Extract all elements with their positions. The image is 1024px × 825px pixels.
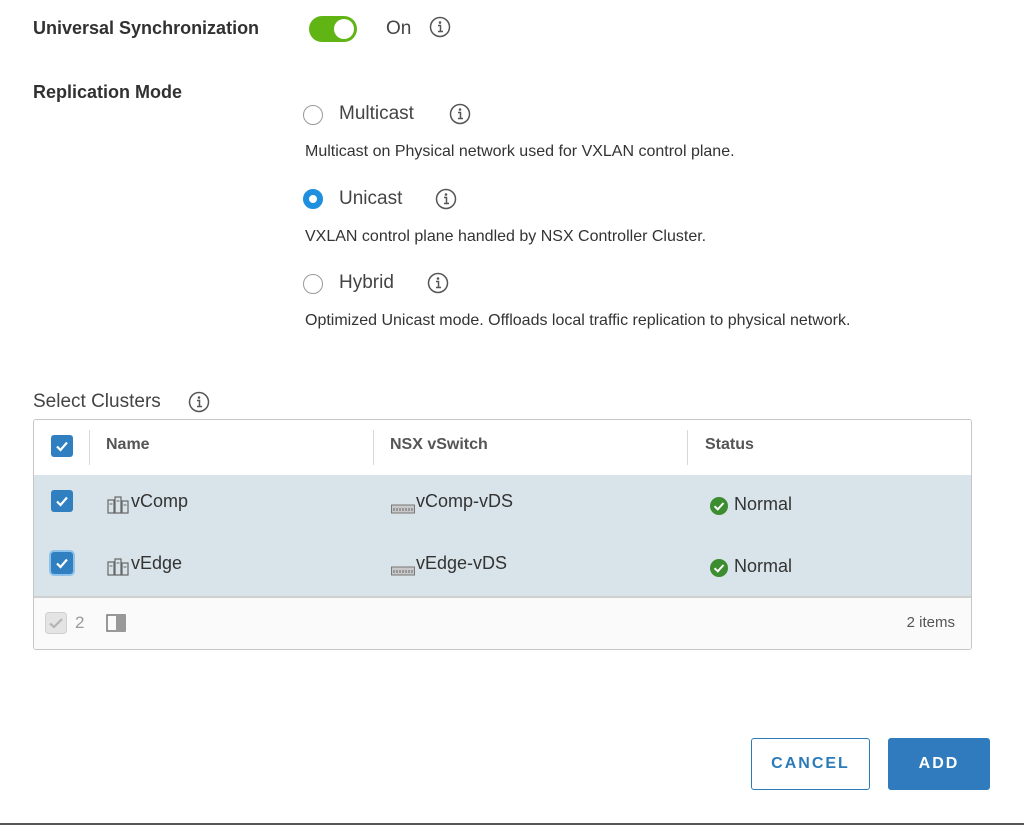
- info-icon[interactable]: [188, 391, 210, 413]
- unicast-label[interactable]: Unicast: [339, 188, 402, 210]
- check-icon: [56, 496, 68, 507]
- vswitch-icon: [391, 563, 415, 581]
- status-ok-icon: [710, 497, 728, 520]
- unicast-description: VXLAN control plane handled by NSX Contr…: [305, 228, 707, 245]
- multicast-description: Multicast on Physical network used for V…: [305, 143, 735, 160]
- multicast-label[interactable]: Multicast: [339, 103, 414, 125]
- select-clusters-label: Select Clusters: [33, 391, 161, 412]
- unicast-radio[interactable]: [303, 189, 323, 209]
- cluster-icon: [107, 557, 129, 582]
- cluster-vswitch: vComp-vDS: [416, 491, 514, 511]
- selected-count: 2: [75, 613, 85, 632]
- info-icon[interactable]: [429, 16, 451, 38]
- column-separator: [89, 430, 90, 465]
- sync-label: Universal Synchronization: [33, 18, 260, 38]
- hybrid-radio[interactable]: [303, 274, 323, 294]
- hybrid-description: Optimized Unicast mode. Offloads local t…: [305, 312, 851, 329]
- table-row[interactable]: vEdge vEdge-vDS Normal: [34, 537, 971, 600]
- hybrid-label[interactable]: Hybrid: [339, 272, 394, 294]
- info-icon[interactable]: [449, 103, 471, 125]
- sync-state-text: On: [386, 18, 412, 39]
- column-header-name[interactable]: Name: [106, 436, 150, 454]
- sync-toggle[interactable]: [309, 16, 357, 42]
- cluster-status: Normal: [734, 556, 793, 576]
- cluster-vswitch: vEdge-vDS: [416, 553, 508, 573]
- add-button[interactable]: ADD: [888, 738, 990, 790]
- column-toggle-icon[interactable]: [106, 614, 126, 637]
- column-header-vswitch[interactable]: NSX vSwitch: [390, 436, 488, 454]
- info-icon[interactable]: [427, 272, 449, 294]
- check-icon: [56, 441, 68, 452]
- column-header-status[interactable]: Status: [705, 436, 754, 454]
- cluster-icon: [107, 495, 129, 520]
- status-ok-icon: [710, 559, 728, 582]
- column-separator[interactable]: [373, 430, 374, 465]
- cluster-name: vEdge: [131, 553, 183, 573]
- datagrid-header: Name NSX vSwitch Status: [34, 420, 971, 477]
- cluster-name: vComp: [131, 491, 189, 511]
- cancel-button[interactable]: CANCEL: [751, 738, 870, 790]
- row-checkbox[interactable]: [51, 552, 73, 574]
- multicast-radio[interactable]: [303, 105, 323, 125]
- datagrid-footer: 2 2 items: [34, 596, 971, 649]
- row-checkbox[interactable]: [51, 490, 73, 512]
- toggle-knob: [334, 19, 354, 39]
- info-icon[interactable]: [435, 188, 457, 210]
- selection-check-icon: [45, 612, 67, 639]
- check-icon: [56, 558, 68, 569]
- items-count: 2 items: [906, 614, 955, 631]
- vswitch-icon: [391, 501, 415, 519]
- select-all-checkbox[interactable]: [51, 435, 73, 457]
- column-separator[interactable]: [687, 430, 688, 465]
- table-row[interactable]: vComp vComp-vDS Normal: [34, 475, 971, 538]
- clusters-datagrid: Name NSX vSwitch Status vComp vComp-vDS …: [33, 419, 972, 650]
- replication-mode-label: Replication Mode: [33, 82, 183, 102]
- cluster-status: Normal: [734, 494, 793, 514]
